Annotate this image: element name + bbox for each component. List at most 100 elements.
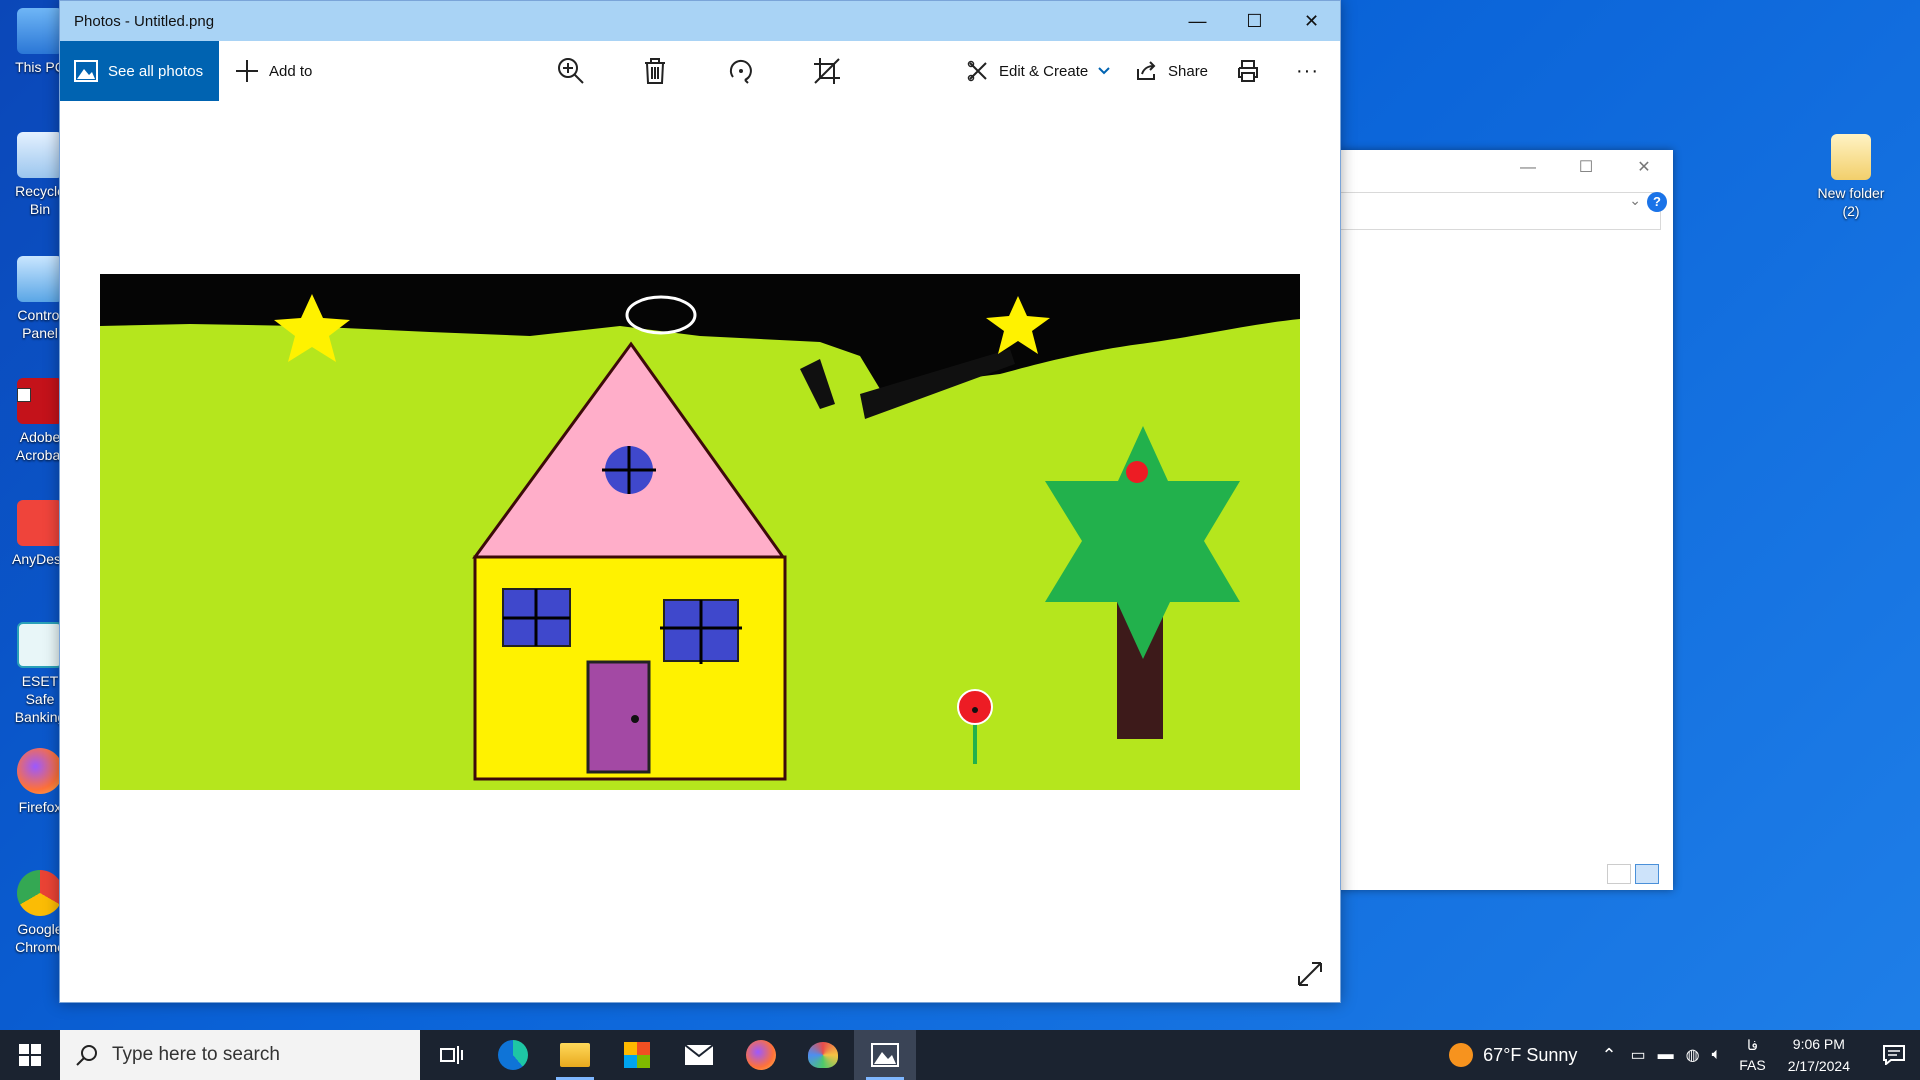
volume-icon[interactable]: 🔈︎ [1712,1046,1722,1064]
task-view-icon [440,1046,463,1064]
title-bar: Photos - Untitled.png — ☐ ✕ [60,1,1340,41]
crop-button[interactable] [809,53,845,89]
plus-icon [236,60,258,82]
rotate-icon [729,59,752,84]
photo-canvas [100,274,1300,790]
share-icon [1137,61,1156,80]
anydesk-icon [17,500,63,546]
explorer-maximize-button[interactable]: ☐ [1557,150,1615,186]
meet-now-icon[interactable]: ▭ [1631,1045,1646,1065]
zoom-button[interactable] [553,53,589,89]
windows-logo-icon [19,1044,41,1066]
taskbar-file-explorer[interactable] [544,1030,606,1080]
trash-icon [645,58,665,84]
edit-create-label: Edit & Create [999,62,1089,80]
mail-icon [684,1044,714,1065]
explorer-titlebar: — ☐ ✕ [1339,150,1673,186]
edit-create-button[interactable]: Edit & Create [967,41,1110,101]
firefox-icon [17,748,63,794]
notifications-button[interactable] [1876,1030,1912,1080]
start-button[interactable] [0,1030,60,1080]
computer-icon [17,8,63,54]
fullscreen-button[interactable] [1296,960,1324,988]
clock-date: 2/17/2024 [1787,1058,1850,1074]
task-view-button[interactable] [420,1030,482,1080]
notification-icon [1883,1045,1905,1065]
zoom-in-icon [558,58,584,84]
add-to-label: Add to [269,62,313,80]
rotate-button[interactable] [723,53,759,89]
delete-button[interactable] [637,53,673,89]
system-tray: 67°F Sunny ⌃ ▭ ▬ ◍ 🔈︎ فا FAS 9:06 PM 2/1… [1449,1030,1920,1080]
explorer-address-bar[interactable] [1339,192,1661,230]
taskbar-store[interactable] [606,1030,668,1080]
taskbar: Type here to search 67°F Sunny ⌃ ▭ ▬ ◍ 🔈… [0,1030,1920,1080]
shortcut-arrow-icon [17,388,31,402]
help-icon[interactable]: ? [1647,192,1667,212]
search-icon [76,1045,97,1066]
taskbar-search-box[interactable]: Type here to search [60,1030,420,1080]
edge-icon [498,1040,528,1070]
taskbar-firefox[interactable] [730,1030,792,1080]
close-button[interactable]: ✕ [1283,1,1340,41]
window-title: Photos - Untitled.png [74,12,215,30]
door-knob [631,715,639,723]
print-button[interactable] [1230,53,1266,89]
more-options-button[interactable]: ··· [1296,41,1319,101]
photos-icon [871,1043,899,1067]
share-button[interactable]: Share [1136,41,1208,101]
see-all-photos-label: See all photos [108,62,204,80]
clock[interactable]: 9:06 PM 2/17/2024 [1788,1033,1850,1077]
expand-arrows-icon [1298,962,1322,986]
photos-window: Photos - Untitled.png — ☐ ✕ See all phot… [59,0,1341,1003]
weather-text: 67°F Sunny [1483,1044,1578,1065]
taskbar-paint[interactable] [792,1030,854,1080]
printer-icon [1238,60,1258,82]
sun-icon [1449,1043,1474,1067]
photos-icon [74,60,98,82]
large-icons-view-button[interactable] [1635,864,1659,884]
view-toggle [1607,864,1659,884]
store-icon [624,1042,650,1068]
flower-center [972,707,978,713]
language-indicator[interactable]: فا FAS [1739,1035,1765,1075]
taskbar-mail[interactable] [668,1030,730,1080]
language-code: FAS [1739,1057,1766,1073]
recycle-bin-icon [17,132,63,178]
see-all-photos-button[interactable]: See all photos [60,41,219,101]
chevron-down-icon [1098,67,1110,75]
network-globe-icon[interactable]: ◍ [1686,1045,1700,1065]
explorer-close-button[interactable]: ✕ [1615,150,1673,186]
taskbar-edge[interactable] [482,1030,544,1080]
add-to-button[interactable]: Add to [219,41,312,101]
crop-icon [814,58,840,84]
clock-time: 9:06 PM [1792,1036,1845,1052]
folder-icon [560,1043,590,1067]
chevron-down-icon[interactable]: ⌄ [1629,192,1641,209]
language-script: فا [1746,1037,1758,1053]
search-placeholder: Type here to search [112,1044,280,1065]
desktop-icon-new-folder[interactable]: New folder (2) [1815,134,1887,220]
desktop-icon-label: New folder (2) [1817,185,1885,219]
folder-icon [1831,134,1871,180]
firefox-icon [746,1040,776,1070]
details-view-button[interactable] [1607,864,1631,884]
explorer-minimize-button[interactable]: — [1499,150,1557,186]
toolbar: See all photos Add to Edit & Create Shar… [60,41,1340,101]
minimize-button[interactable]: — [1169,1,1226,41]
house-door [586,660,651,774]
tree-fruit [1126,461,1148,483]
share-label: Share [1168,62,1209,80]
battery-icon[interactable]: ▬ [1658,1046,1674,1064]
maximize-button[interactable]: ☐ [1226,1,1283,41]
chrome-icon [17,870,63,916]
eset-icon [17,622,63,668]
show-hidden-icons-button[interactable]: ⌃ [1601,1045,1616,1066]
edit-scissors-icon [967,60,987,82]
file-explorer-window[interactable]: — ☐ ✕ ⌄ ? [1339,150,1673,890]
taskbar-photos[interactable] [854,1030,916,1080]
acrobat-icon [17,378,63,424]
control-panel-icon [17,256,63,302]
paint-palette-icon [808,1042,838,1068]
weather-widget[interactable]: 67°F Sunny [1449,1043,1577,1067]
